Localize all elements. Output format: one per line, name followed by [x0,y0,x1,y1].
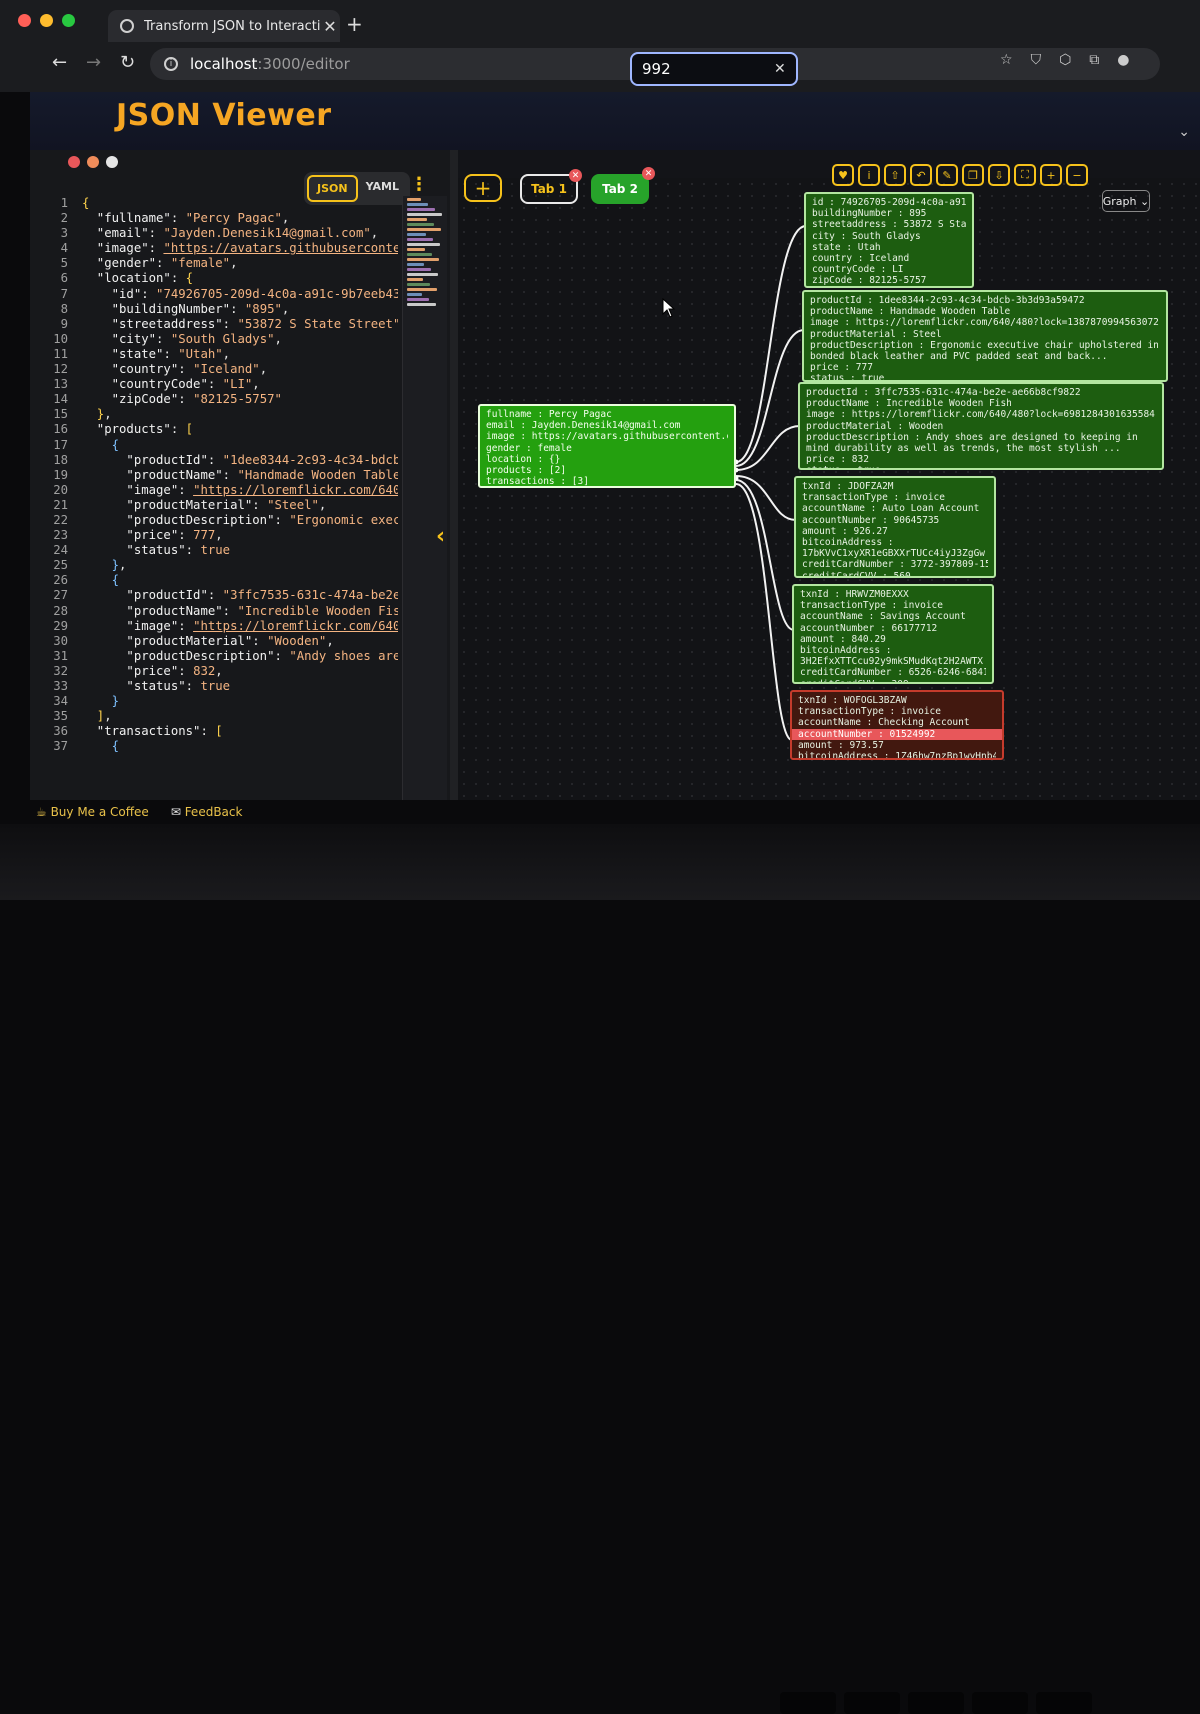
transaction-node-2[interactable]: txnId : HRWVZM0EXXX transactionType : inv… [792,584,994,684]
node-field: products : [2] [486,465,567,477]
node-field: productName : Incredible Wooden Fish [806,398,1012,410]
node-field: accountName : Savings Account [800,611,966,623]
node-field: creditCardCVV : 560 [802,570,911,578]
node-field: txnId : JDOFZA2M [802,481,894,492]
node-field: productMaterial : Steel [810,328,942,340]
node-field: bitcoinAddress : [800,645,892,657]
node-field: transactionType : invoice [798,706,941,718]
location-node[interactable]: id : 74926705-209d-4c0a-a91c-9b7eeb4331e… [804,192,974,288]
node-field: accountName : Checking Account [798,717,970,729]
node-field: accountName : Auto Loan Account [802,503,980,515]
product-node-2[interactable]: productId : 3ffc7535-631c-474a-be2e-ae66… [798,382,1164,470]
node-field: productId : 1dee8344-2c93-4c34-bdcb-3b3d… [810,295,1085,306]
node-field: transactionType : invoice [802,492,945,504]
node-field: creditCardNumber : 3772-397809-15210 [802,559,988,571]
app-footer: ☕ Buy Me a Coffee ✉ FeedBack [30,800,456,824]
transaction-node-1[interactable]: txnId : JDOFZA2M transactionType : invoic… [794,476,996,578]
node-field: state : Utah [812,241,881,253]
node-field: bitcoinAddress : [802,537,894,549]
node-field: zipCode : 82125-5757 [812,275,927,287]
node-field: productName : Handmade Wooden Table [810,306,1011,318]
node-field: 17bKVvC1xyXR1eGBXXrTUCc4iyJ3ZgGw [802,548,986,560]
keyboard-keys [780,1692,1092,1714]
edge-txn-3 [735,483,793,741]
node-field: bitcoinAddress : 1Z46hw7nzBp1wyHnb4LmdPz… [798,751,996,760]
feedback-label: FeedBack [184,805,243,819]
node-field: productId : 3ffc7535-631c-474a-be2e-ae66… [806,387,1081,398]
node-field: countryCode : LI [812,264,904,276]
node-field: creditCardCVV : 309 [800,679,986,682]
node-field: txnId : WOFOGL3BZAW [798,695,907,706]
node-field: amount : 840.29 [800,633,886,645]
laptop-bezel [0,824,1200,1714]
mouse-cursor-icon [662,298,676,318]
node-field: amount : 973.57 [798,739,884,751]
product-node-1[interactable]: productId : 1dee8344-2c93-4c34-bdcb-3b3d… [802,290,1168,382]
node-field: accountNumber : 90645735 [802,514,940,526]
node-field: location : {} [486,453,561,465]
node-field: txnId : HRWVZM0EXXX [800,589,909,600]
node-field: image : https://avatars.githubuserconten… [486,431,728,443]
node-field: price : 832 [806,454,869,466]
edge-txn-2 [735,479,795,631]
node-field: 3H2EfxXTTCcu92y9mkSMudKqt2H2AWTX [800,656,984,668]
node-field: country : Iceland [812,253,910,265]
node-field: image : https://loremflickr.com/640/480?… [810,317,1159,329]
transaction-node-3[interactable]: txnId : WOFOGL3BZAW transactionType : inv… [790,690,1004,760]
node-field: creditCardNumber : 6526-6246-6841-6038-2… [800,667,986,679]
node-field: status : true [810,373,885,382]
node-field: transactionType : invoice [800,600,943,612]
node-field: productDescription : Ergonomic executive… [810,339,1159,363]
node-field: city : South Gladys [812,230,921,242]
node-field: streetaddress : 53872 S State Street [812,219,966,231]
node-field: status : true [806,465,1156,468]
feedback-link[interactable]: ✉ FeedBack [171,805,243,819]
node-field: fullname : Percy Pagac [486,409,612,420]
node-field: buildingNumber : 895 [812,208,927,220]
node-field: image : https://loremflickr.com/640/480?… [806,409,1155,421]
node-field: amount : 926.27 [802,525,888,537]
node-field: gender : female [486,442,572,454]
edge-txn-1 [735,475,797,521]
node-field: email : Jayden.Denesik14@gmail.com [486,420,681,432]
node-field: id : 74926705-209d-4c0a-a91c-9b7eeb4331e… [812,197,966,208]
node-field: accountNumber : 01524992 [792,728,1002,740]
edge-product-2 [735,425,801,471]
node-field: transactions : [3] [486,476,589,488]
node-field: productDescription : Andy shoes are desi… [806,431,1138,455]
buy-coffee-link[interactable]: ☕ Buy Me a Coffee [36,805,149,819]
root-node[interactable]: fullname : Percy Pagac email : Jayden.Den… [478,404,736,488]
node-field: accountNumber : 66177712 [800,622,938,634]
buy-coffee-label: Buy Me a Coffee [50,805,149,819]
node-field: productMaterial : Wooden [806,420,944,432]
node-field: price : 777 [810,362,873,374]
